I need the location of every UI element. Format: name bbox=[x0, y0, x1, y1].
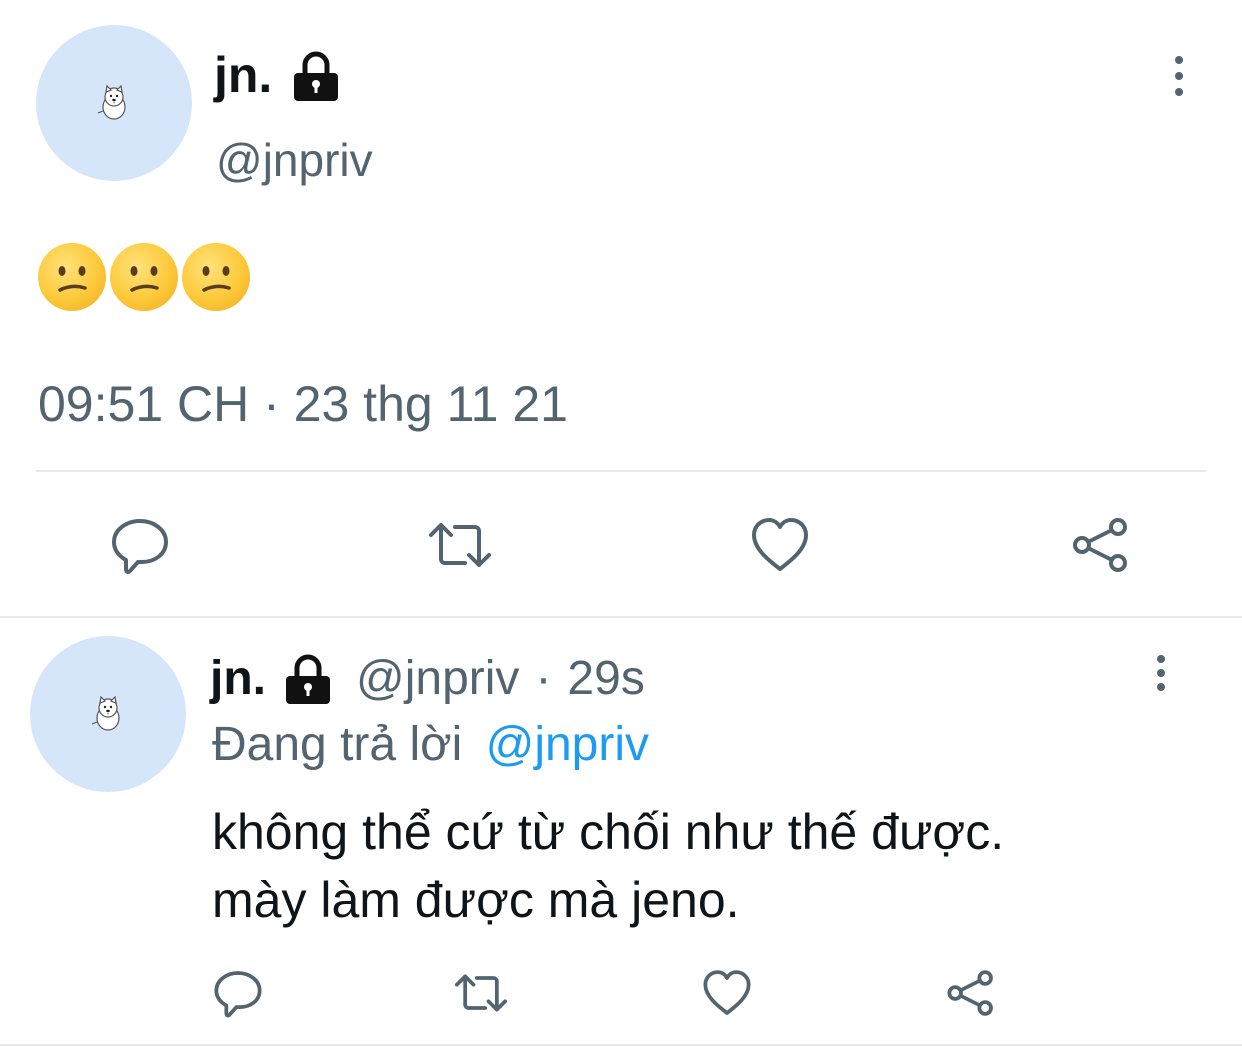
retweet-icon[interactable] bbox=[425, 515, 495, 575]
dog-avatar-icon bbox=[97, 84, 126, 120]
heart-icon[interactable] bbox=[748, 515, 812, 575]
display-name[interactable]: jn. bbox=[214, 40, 272, 110]
divider bbox=[36, 470, 1206, 472]
tweet-content bbox=[38, 243, 254, 313]
author-row: jn. bbox=[214, 40, 344, 110]
replying-label: Đang trả lời bbox=[212, 718, 463, 771]
reply-icon[interactable] bbox=[108, 515, 172, 575]
avatar[interactable] bbox=[36, 25, 192, 181]
dog-avatar-icon bbox=[91, 695, 120, 731]
retweet-icon[interactable] bbox=[450, 968, 512, 1018]
lock-icon bbox=[280, 650, 336, 706]
confused-face-icon bbox=[110, 243, 178, 311]
reply-text: không thể cứ từ chối như thế được. mày l… bbox=[212, 798, 1004, 934]
replying-to: Đang trả lời @jnpriv bbox=[212, 714, 649, 776]
avatar[interactable] bbox=[30, 636, 186, 792]
replying-to-link[interactable]: @jnpriv bbox=[486, 718, 649, 771]
section-divider bbox=[0, 616, 1242, 618]
heart-icon[interactable] bbox=[700, 968, 754, 1018]
handle[interactable]: @jnpriv bbox=[216, 130, 373, 190]
more-vertical-icon[interactable] bbox=[1174, 56, 1184, 96]
reply-icon[interactable] bbox=[212, 968, 264, 1018]
more-vertical-icon[interactable] bbox=[1156, 655, 1166, 691]
reply-author-row: jn. @jnpriv · 29s bbox=[210, 646, 645, 710]
lock-icon bbox=[288, 47, 344, 103]
separator: · bbox=[535, 651, 552, 705]
timestamp[interactable]: 09:51 CH · 23 thg 11 21 bbox=[38, 372, 568, 436]
time-ago[interactable]: 29s bbox=[567, 651, 644, 706]
bottom-divider bbox=[0, 1044, 1242, 1046]
confused-face-icon bbox=[182, 243, 250, 311]
reply-text-line: mày làm được mà jeno. bbox=[212, 872, 740, 928]
reply-text-line: không thể cứ từ chối như thế được. bbox=[212, 804, 1005, 860]
display-name[interactable]: jn. bbox=[210, 651, 266, 706]
share-icon[interactable] bbox=[1070, 515, 1132, 575]
share-icon[interactable] bbox=[944, 968, 998, 1018]
confused-face-icon bbox=[38, 243, 106, 311]
handle[interactable]: @jnpriv bbox=[356, 651, 519, 706]
